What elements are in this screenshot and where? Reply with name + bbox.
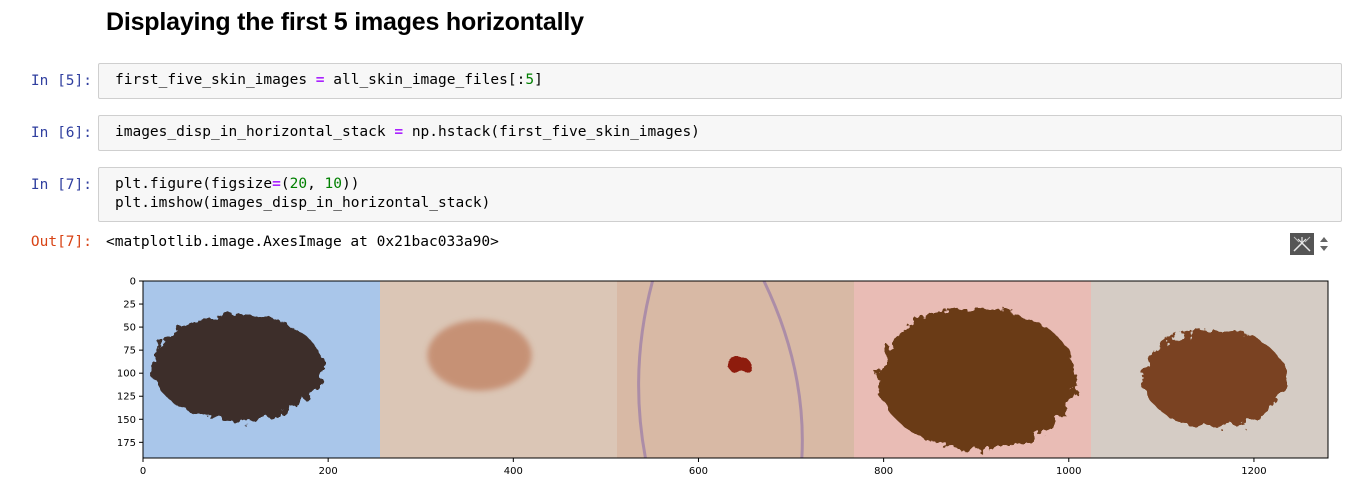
code-token: plt.figure(figsize (115, 176, 273, 192)
y-tick-label: 150 (117, 415, 136, 426)
cell-prompt-5: In [5]: (30, 73, 92, 89)
code-line: images_disp_in_horizontal_stack = np.hst… (115, 123, 1341, 142)
x-tick-label: 800 (874, 466, 893, 477)
code-token: plt.imshow(images_disp_in_horizontal_sta… (115, 195, 491, 211)
code-token: )) (342, 176, 360, 192)
code-cell-5[interactable]: first_five_skin_images = all_skin_image_… (98, 63, 1342, 99)
lesion-shape-2 (427, 319, 532, 391)
y-tick-label: 0 (130, 277, 136, 288)
code-token: , (307, 176, 325, 192)
section-heading: Displaying the first 5 images horizontal… (106, 8, 584, 36)
code-token: first_five_skin_images (115, 72, 316, 88)
cell-prompt-6: In [6]: (30, 125, 92, 141)
code-token: np.hstack(first_five_skin_images) (403, 124, 700, 140)
x-tick-label: 1200 (1241, 466, 1266, 477)
code-cell-6[interactable]: images_disp_in_horizontal_stack = np.hst… (98, 115, 1342, 151)
x-tick-label: 600 (689, 466, 708, 477)
output-text: <matplotlib.image.AxesImage at 0x21bac03… (106, 234, 499, 250)
output-prompt-7: Out[7]: (30, 234, 92, 250)
x-tick-label: 200 (319, 466, 338, 477)
code-token: ] (534, 72, 543, 88)
image-plot: 0 200 400 600 800 1000 1200 0 25 50 75 100 125 150 175 (100, 268, 1340, 489)
y-tick-label: 75 (123, 346, 136, 357)
y-tick-label: 125 (117, 392, 136, 403)
code-operator: = (394, 124, 404, 140)
collapse-output-icon[interactable] (1290, 233, 1314, 255)
code-cell-7[interactable]: plt.figure(figsize=(20, 10)) plt.imshow(i… (98, 167, 1342, 222)
code-line: plt.figure(figsize=(20, 10)) (115, 175, 1341, 194)
code-token: all_skin_image_files[: (324, 72, 526, 88)
code-number: 10 (324, 176, 343, 192)
code-number: 20 (289, 176, 308, 192)
code-operator: = (272, 176, 281, 192)
y-tick-label: 175 (117, 438, 136, 449)
y-tick-label: 25 (123, 300, 136, 311)
output-scroll-toggle[interactable] (1290, 233, 1336, 255)
code-number: 5 (525, 72, 535, 88)
cell-prompt-7: In [7]: (30, 177, 92, 193)
code-operator: = (315, 72, 325, 88)
spinner-arrows-icon[interactable] (1318, 234, 1330, 254)
lesion-shape-5 (1143, 328, 1286, 428)
code-token: ( (280, 176, 290, 192)
lesion-shape-3 (728, 357, 753, 374)
x-tick-label: 1000 (1056, 466, 1081, 477)
code-token: images_disp_in_horizontal_stack (115, 124, 395, 140)
y-tick-label: 100 (117, 369, 136, 380)
code-line: first_five_skin_images = all_skin_image_… (115, 71, 1341, 90)
image-plot-svg: 0 200 400 600 800 1000 1200 0 25 50 75 100 125 150 175 (117, 277, 1329, 477)
lesion-shape-4 (877, 307, 1077, 450)
x-tick-label: 400 (504, 466, 523, 477)
code-line: plt.imshow(images_disp_in_horizontal_sta… (115, 194, 1341, 213)
y-tick-label: 50 (123, 323, 136, 334)
x-tick-label: 0 (140, 466, 146, 477)
lesion-shape-1 (152, 314, 324, 421)
